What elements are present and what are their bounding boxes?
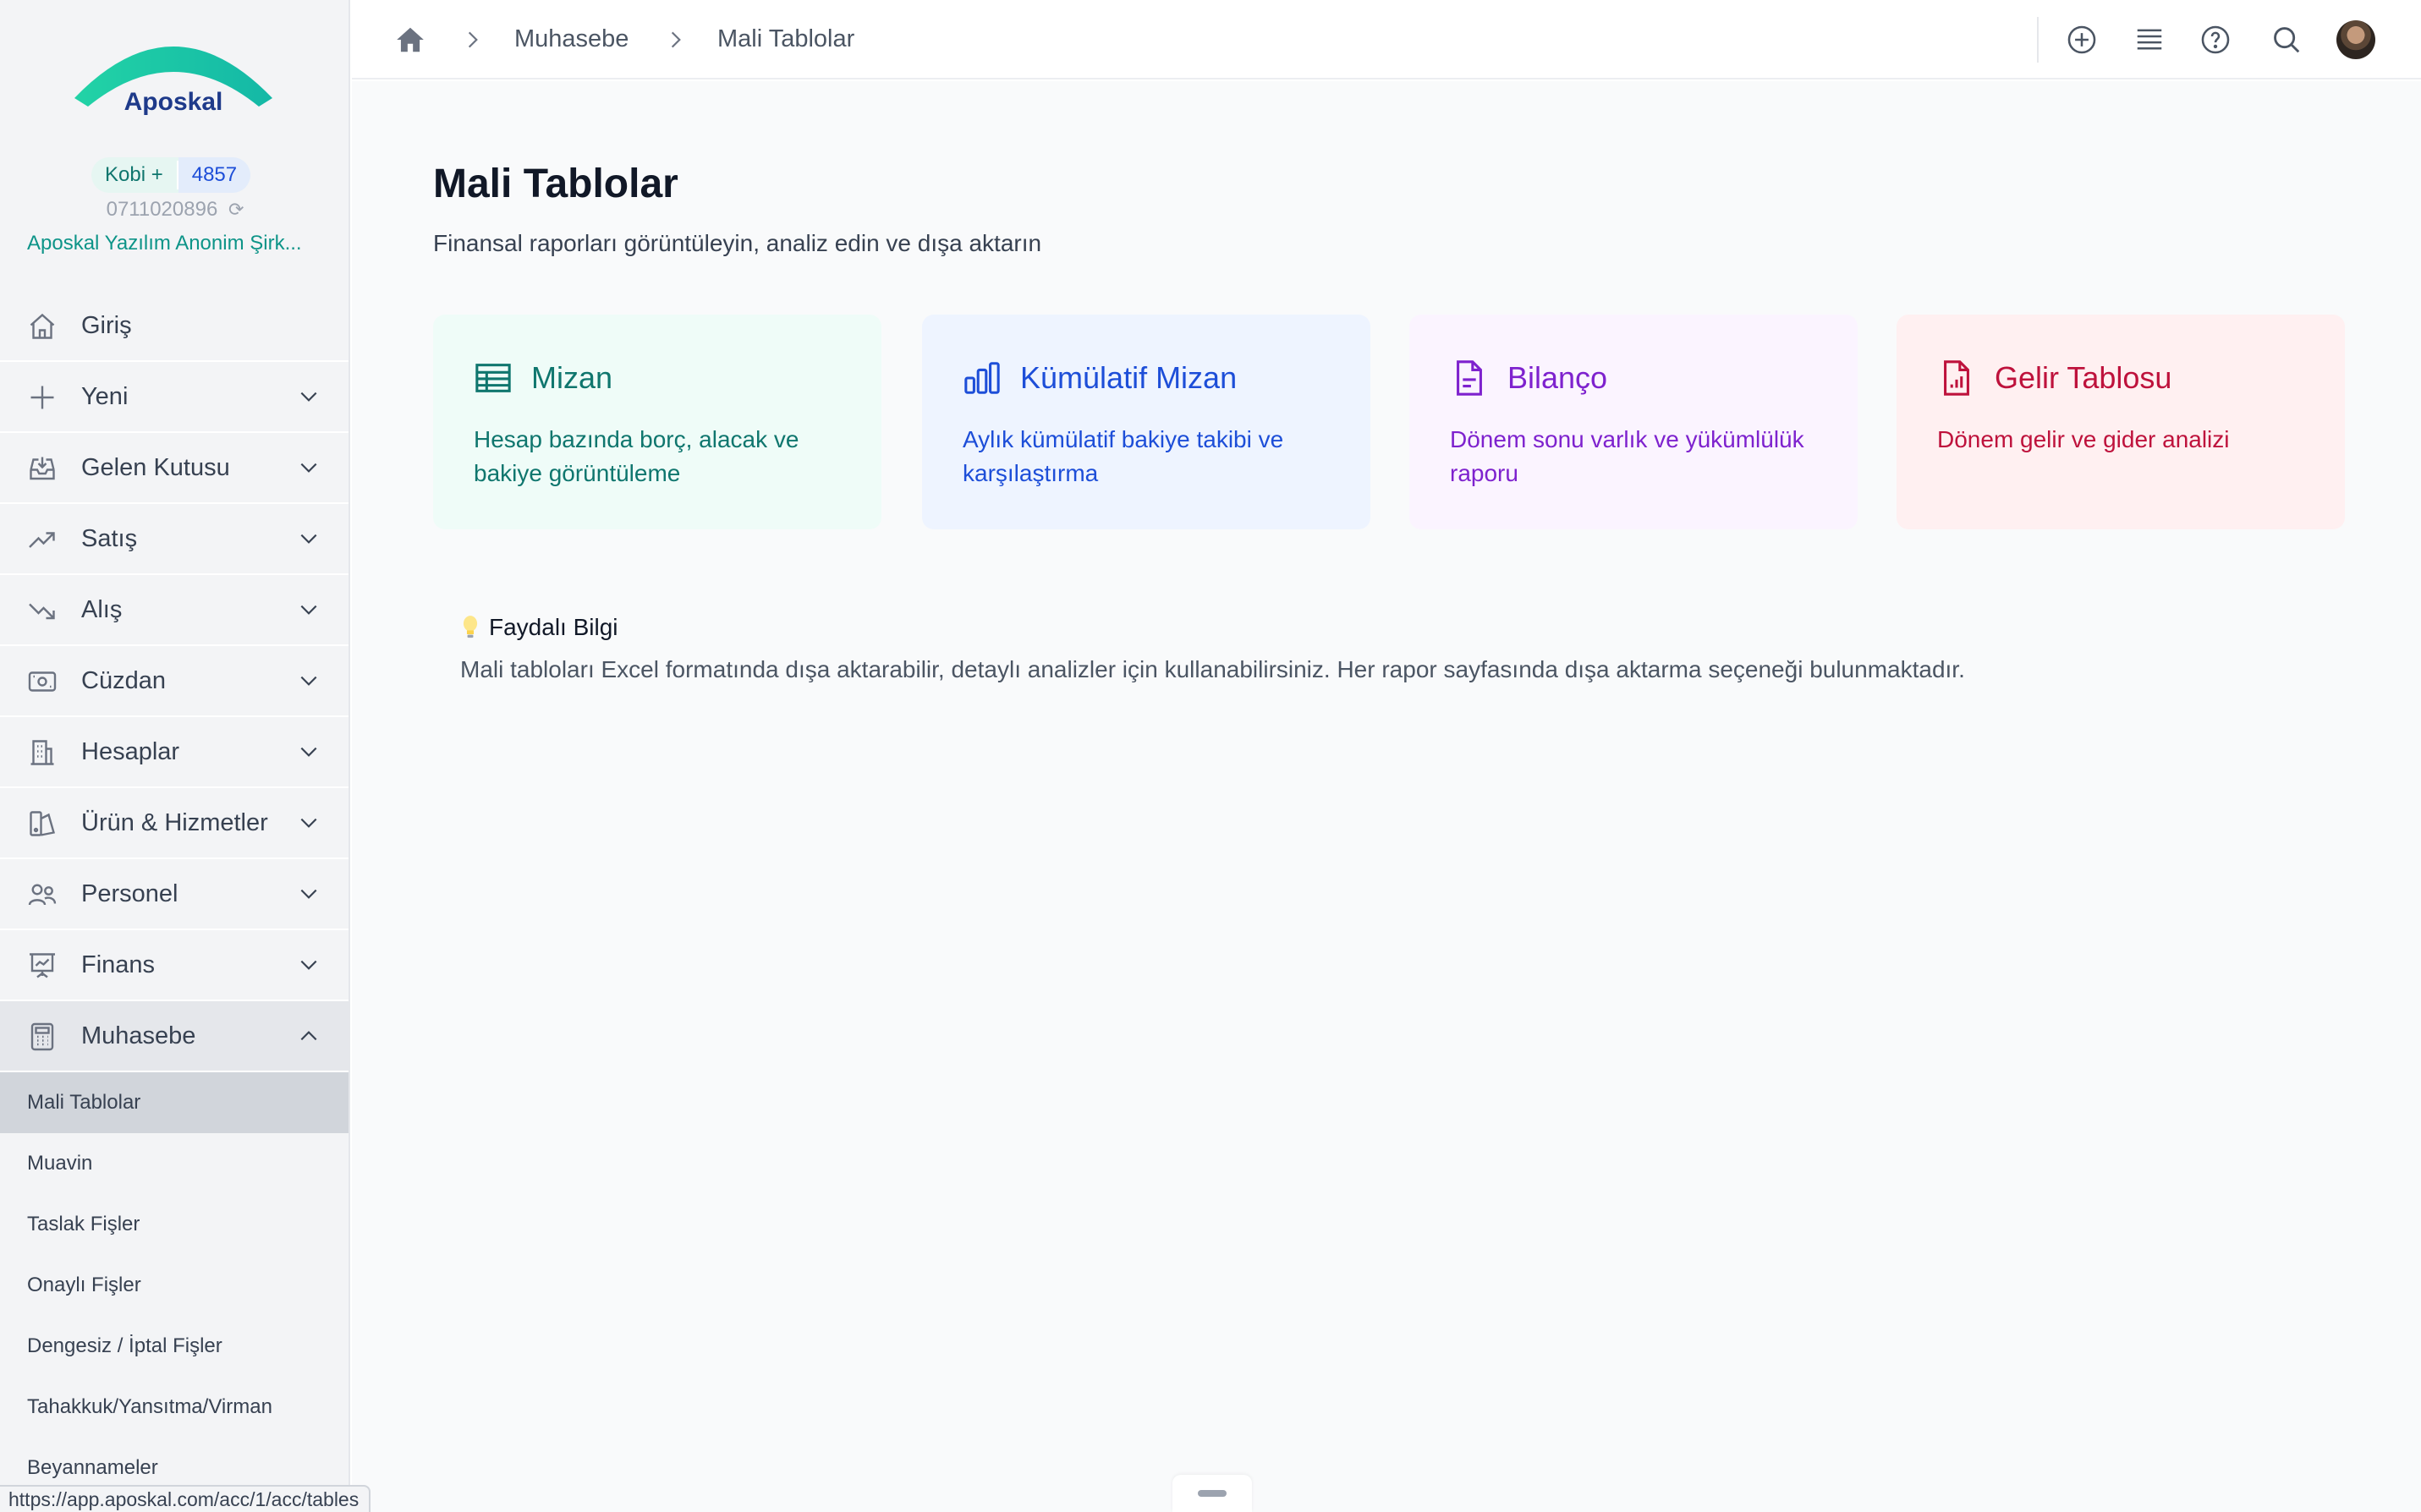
sidebar-item-label: Giriş: [81, 311, 132, 339]
lightbulb-icon: [463, 616, 478, 638]
sidebar-item-satis[interactable]: Satış: [0, 504, 349, 575]
chevron-down-icon: [300, 534, 317, 544]
drawer-handle-grip: [1198, 1490, 1227, 1497]
chevron-down-icon: [300, 747, 317, 757]
chevron-right-icon: [671, 31, 681, 48]
sidebar-item-label: Muhasebe: [81, 1022, 196, 1049]
product-icon: [30, 811, 56, 836]
tip-title: Faydalı Bilgi: [489, 614, 618, 640]
sidebar-item-label: Cüzdan: [81, 666, 166, 694]
sidebar-item-giris[interactable]: Giriş: [0, 291, 349, 362]
submenu-item-muavin[interactable]: Muavin: [0, 1133, 349, 1194]
sidebar-menu: Giriş Yeni Gelen Kutusu Satış Alış Cüzda…: [0, 291, 349, 1498]
table-icon: [475, 364, 511, 392]
sidebar-item-label: Personel: [81, 879, 178, 907]
sidebar-item-hesaplar[interactable]: Hesaplar: [0, 717, 349, 788]
sidebar-item-finans[interactable]: Finans: [0, 930, 349, 1001]
tip-heading: Faydalı Bilgi: [460, 614, 618, 641]
avatar[interactable]: [2336, 20, 2375, 59]
chevron-down-icon: [300, 960, 317, 970]
drawer-handle[interactable]: [1172, 1475, 1252, 1512]
chevron-down-icon: [300, 605, 317, 615]
chevron-down-icon: [300, 889, 317, 899]
card-gelir-tablosu[interactable]: Gelir Tablosu Dönem gelir ve gider anali…: [1897, 315, 2345, 529]
home-icon[interactable]: [394, 24, 426, 56]
plan-badge: Kobi + 4857: [91, 157, 251, 193]
card-description: Aylık kümülatif bakiye takibi ve karşıla…: [963, 426, 1284, 486]
page-subtitle: Finansal raporları görüntüleyin, analiz …: [433, 230, 1042, 256]
wallet-icon: [28, 671, 57, 692]
sidebar-item-personel[interactable]: Personel: [0, 859, 349, 930]
sidebar-item-gelen-kutusu[interactable]: Gelen Kutusu: [0, 433, 349, 504]
chevron-down-icon: [300, 392, 317, 402]
submenu-item-mali-tablolar[interactable]: Mali Tablolar: [0, 1072, 349, 1133]
card-bilanco[interactable]: Bilanço Dönem sonu varlık ve yükümlülük …: [1409, 315, 1858, 529]
tax-id: 0711020896 ⟳: [0, 198, 349, 222]
sidebar-item-label: Satış: [81, 524, 138, 552]
brand-logo[interactable]: Aposkal: [68, 20, 279, 130]
sidebar-item-yeni[interactable]: Yeni: [0, 362, 349, 433]
card-title: Bilanço: [1507, 360, 1608, 395]
tip-text: Mali tabloları Excel formatında dışa akt…: [460, 656, 1965, 682]
sidebar-item-label: Yeni: [81, 382, 129, 410]
sidebar-item-cuzdan[interactable]: Cüzdan: [0, 646, 349, 717]
chevron-right-icon: [468, 31, 478, 48]
card-mizan[interactable]: Mizan Hesap bazında borç, alacak ve baki…: [433, 315, 881, 529]
sidebar-item-urun-hizmetler[interactable]: Ürün & Hizmetler: [0, 788, 349, 859]
trending-up-icon: [29, 532, 55, 548]
plan-name: Kobi +: [105, 163, 163, 186]
presentation-chart-icon: [30, 953, 55, 978]
breadcrumb-muhasebe[interactable]: Muhasebe: [514, 25, 629, 53]
sidebar-item-muhasebe[interactable]: Muhasebe: [0, 1001, 349, 1072]
list-icon[interactable]: [2133, 24, 2166, 56]
card-description: Hesap bazında borç, alacak ve bakiye gör…: [474, 426, 799, 486]
topbar: [352, 0, 2421, 79]
card-title: Mizan: [531, 360, 613, 395]
chevron-down-icon: [300, 818, 317, 828]
help-icon[interactable]: [2199, 24, 2232, 56]
topbar-divider: [2037, 17, 2039, 63]
submenu-item-tahakkuk[interactable]: Tahakkuk/Yansıtma/Virman: [0, 1377, 349, 1438]
bar-chart-icon: [964, 362, 1000, 394]
search-icon[interactable]: [2270, 24, 2303, 56]
submenu-item-onayli-fisler[interactable]: Onaylı Fişler: [0, 1255, 349, 1316]
chevron-up-icon: [300, 1031, 317, 1041]
sidebar-item-label: Alış: [81, 595, 123, 623]
document-icon: [1457, 360, 1482, 396]
sidebar-item-label: Finans: [81, 950, 156, 978]
inbox-icon: [30, 457, 55, 480]
sidebar-item-label: Hesaplar: [81, 737, 180, 765]
plan-number: 4857: [178, 157, 251, 193]
sidebar-item-label: Ürün & Hizmetler: [81, 808, 268, 836]
calculator-icon: [30, 1022, 54, 1051]
submenu-item-dengesiz-iptal-fisler[interactable]: Dengesiz / İptal Fişler: [0, 1316, 349, 1377]
breadcrumb-mali-tablolar: Mali Tablolar: [717, 25, 855, 52]
card-title: Kümülatif Mizan: [1020, 360, 1238, 395]
plus-icon: [30, 386, 54, 409]
building-icon: [30, 740, 54, 765]
home-outline-icon: [30, 313, 55, 339]
trending-down-icon: [29, 603, 55, 620]
add-circle-icon[interactable]: [2066, 24, 2098, 56]
card-description: Dönem sonu varlık ve yükümlülük raporu: [1450, 426, 1804, 486]
chevron-down-icon: [300, 463, 317, 473]
brand-name: Aposkal: [124, 88, 223, 116]
card-description: Dönem gelir ve gider analizi: [1937, 426, 2230, 452]
status-url: https://app.aposkal.com/acc/1/acc/tables: [0, 1485, 371, 1512]
chevron-down-icon: [300, 676, 317, 686]
sidebar-item-alis[interactable]: Alış: [0, 575, 349, 646]
submenu-item-taslak-fisler[interactable]: Taslak Fişler: [0, 1194, 349, 1255]
tax-id-value: 0711020896: [106, 198, 218, 221]
page-title: Mali Tablolar: [433, 162, 678, 206]
card-kumulatif-mizan[interactable]: Kümülatif Mizan Aylık kümülatif bakiye t…: [922, 315, 1370, 529]
sidebar: Aposkal Kobi + 4857 0711020896 ⟳ Aposkal…: [0, 0, 350, 1512]
refresh-icon[interactable]: ⟳: [228, 199, 244, 221]
document-chart-icon: [1944, 360, 1969, 396]
company-name[interactable]: Aposkal Yazılım Anonim Şirk...: [27, 232, 332, 255]
sidebar-item-label: Gelen Kutusu: [81, 453, 230, 481]
main-content: [352, 81, 2421, 1512]
users-icon: [28, 884, 57, 906]
card-title: Gelir Tablosu: [1995, 360, 2172, 395]
